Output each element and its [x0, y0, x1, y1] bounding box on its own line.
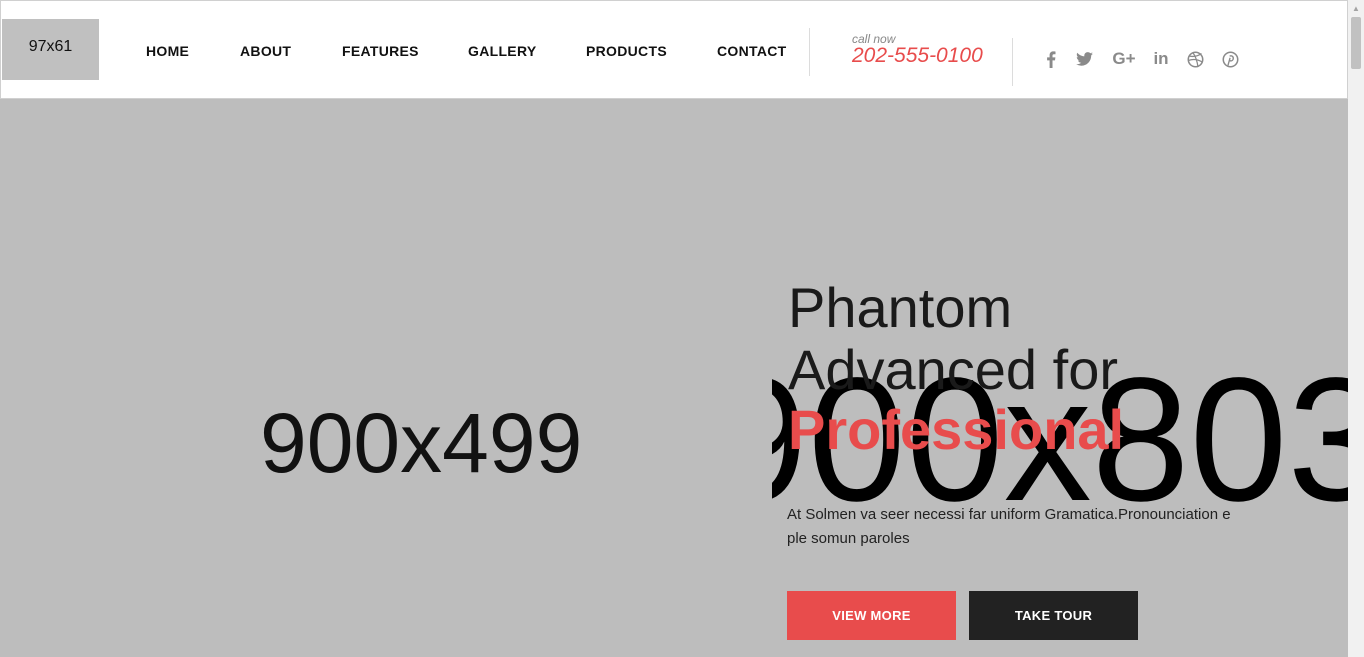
- hero-title-line1: Phantom: [788, 276, 1013, 339]
- page-scrollbar[interactable]: ▲: [1348, 0, 1364, 657]
- dribbble-icon[interactable]: [1184, 48, 1206, 70]
- google-plus-icon[interactable]: G+: [1111, 48, 1137, 70]
- take-tour-button[interactable]: TAKE TOUR: [969, 591, 1138, 640]
- phone-divider: [1012, 38, 1013, 86]
- hero-image-placeholder: [0, 99, 772, 657]
- phone-number-link[interactable]: 202-555-0100: [852, 44, 983, 68]
- hero-title-accent: Professional: [788, 398, 1125, 461]
- nav-contact[interactable]: CONTACT: [717, 43, 787, 59]
- nav-home[interactable]: HOME: [146, 43, 189, 59]
- pinterest-icon[interactable]: [1219, 48, 1241, 70]
- facebook-icon[interactable]: [1040, 48, 1062, 70]
- site-header: 97x61 HOME ABOUT FEATURES GALLERY PRODUC…: [0, 0, 1348, 99]
- nav-about[interactable]: ABOUT: [240, 43, 291, 59]
- logo[interactable]: 97x61: [2, 19, 99, 80]
- twitter-icon[interactable]: [1073, 48, 1095, 70]
- hero-description: At Solmen va seer necessi far uniform Gr…: [787, 506, 1231, 547]
- nav-products[interactable]: PRODUCTS: [586, 43, 667, 59]
- linkedin-icon[interactable]: in: [1150, 48, 1172, 70]
- nav-gallery[interactable]: GALLERY: [468, 43, 536, 59]
- nav-features[interactable]: FEATURES: [342, 43, 419, 59]
- nav-divider: [809, 28, 810, 76]
- scroll-up-arrow-icon[interactable]: ▲: [1348, 0, 1364, 16]
- view-more-button[interactable]: VIEW MORE: [787, 591, 956, 640]
- scrollbar-thumb[interactable]: [1351, 17, 1361, 69]
- hero-image-label: 900x499: [260, 396, 583, 490]
- hero-title-line2: Advanced for: [788, 338, 1118, 401]
